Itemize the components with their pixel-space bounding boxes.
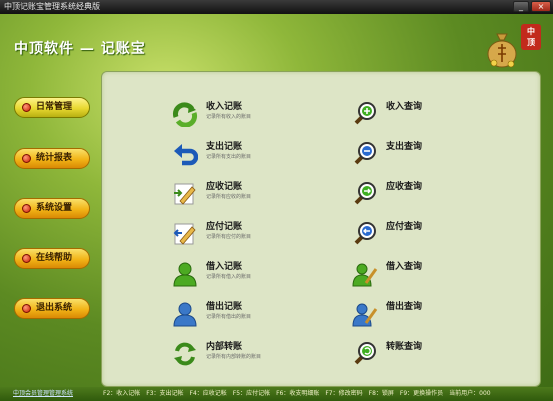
- nav-label: 统计报表: [36, 153, 73, 163]
- person-search-blue-icon: [352, 303, 378, 327]
- item-label: 应付记账: [206, 222, 243, 232]
- record-payable-button[interactable]: 应付记账 记录所有应付的账目: [172, 221, 251, 247]
- nav-daily-management[interactable]: 日常管理: [14, 97, 90, 118]
- app-title: 中顶软件 — 记账宝: [14, 41, 146, 57]
- bullet-icon: [22, 304, 31, 313]
- record-receivable-button[interactable]: 应收记账 记录所有应收的账目: [172, 181, 251, 207]
- person-search-green-icon: [352, 263, 378, 287]
- item-label: 应收记账: [206, 182, 243, 192]
- item-description: 记录所有应付的账目: [206, 234, 252, 240]
- main-panel: 收入记账 记录所有收入的账目 支出记账 记录所有支出的账目 应收记账 记录所有应…: [101, 71, 541, 387]
- person-blue-icon: [173, 302, 197, 327]
- nav-label: 在线帮助: [36, 253, 73, 263]
- query-borrow-in-button[interactable]: 借入查询: [352, 261, 422, 287]
- bullet-icon: [22, 204, 31, 213]
- record-internal-transfer-button[interactable]: 内部转账 记录所有内部转账的账目: [172, 341, 261, 367]
- item-label: 借入记账: [206, 262, 243, 272]
- minimize-button[interactable]: _: [513, 1, 529, 12]
- status-bar: 中顶会员管理管理系统 F2：收入记帐 F3：支出记帐 F4：应收记帐 F5：应付…: [0, 387, 553, 401]
- nav-label: 日常管理: [36, 102, 73, 112]
- hotkey-hints: F2：收入记帐 F3：支出记帐 F4：应收记帐 F5：应付记帐 F6：收支明细账…: [103, 390, 491, 397]
- member-system-link[interactable]: 中顶会员管理管理系统: [13, 387, 73, 401]
- window-titlebar: 中顶记账宝管理系统经典版 _ ×: [0, 0, 553, 14]
- query-transfer-button[interactable]: 转账查询: [352, 341, 422, 367]
- item-label: 内部转账: [206, 342, 243, 352]
- item-description: 记录所有支出的账目: [206, 154, 252, 160]
- record-lend-out-button[interactable]: 借出记账 记录所有借出的账目: [172, 301, 251, 327]
- nav-online-help[interactable]: 在线帮助: [14, 248, 90, 269]
- item-description: 记录所有收入的账目: [206, 114, 252, 120]
- refresh-arrow-icon: [172, 102, 198, 127]
- search-transfer-icon: [354, 342, 376, 365]
- nav-statistics-report[interactable]: 统计报表: [14, 148, 90, 169]
- item-label: 应付查询: [386, 222, 423, 232]
- item-label: 借出查询: [386, 302, 423, 312]
- record-income-button[interactable]: 收入记账 记录所有收入的账目: [172, 101, 251, 127]
- nav-label: 系统设置: [36, 203, 73, 213]
- query-payable-button[interactable]: 应付查询: [352, 221, 422, 247]
- query-lend-out-button[interactable]: 借出查询: [352, 301, 422, 327]
- item-label: 收入记账: [206, 102, 243, 112]
- query-expense-button[interactable]: 支出查询: [352, 141, 422, 167]
- bullet-icon: [22, 254, 31, 263]
- item-description: 记录所有应收的账目: [206, 194, 252, 200]
- nav-exit-system[interactable]: 退出系统: [14, 298, 90, 319]
- query-income-button[interactable]: 收入查询: [352, 101, 422, 127]
- nav-system-settings[interactable]: 系统设置: [14, 198, 90, 219]
- item-label: 借入查询: [386, 262, 423, 272]
- bullet-icon: [22, 103, 31, 112]
- item-label: 应收查询: [386, 182, 423, 192]
- close-button[interactable]: ×: [531, 1, 551, 12]
- transfer-icon: [174, 342, 196, 366]
- nav-label: 退出系统: [36, 303, 73, 313]
- window-title: 中顶记账宝管理系统经典版: [4, 2, 100, 11]
- window-controls: _ ×: [513, 1, 551, 12]
- item-label: 收入查询: [386, 102, 423, 112]
- item-label: 支出查询: [386, 142, 423, 152]
- item-label: 借出记账: [206, 302, 243, 312]
- item-description: 记录所有内部转账的账目: [206, 354, 262, 360]
- item-description: 记录所有借出的账目: [206, 314, 252, 320]
- app-body: 中顶软件 — 记账宝 中 顶 日常管理 统计报表 系统设置 在线帮助 退出系统: [0, 14, 553, 401]
- item-label: 支出记账: [206, 142, 243, 152]
- query-receivable-button[interactable]: 应收查询: [352, 181, 422, 207]
- record-borrow-in-button[interactable]: 借入记账 记录所有借入的账目: [172, 261, 251, 287]
- record-expense-button[interactable]: 支出记账 记录所有支出的账目: [172, 141, 251, 167]
- edit-out-icon: [173, 223, 196, 245]
- undo-arrow-icon: [174, 144, 198, 166]
- zoom-out-icon: [354, 142, 376, 165]
- edit-in-icon: [174, 183, 196, 205]
- search-next-icon: [354, 182, 376, 205]
- item-label: 转账查询: [386, 342, 423, 352]
- money-bag-icon: [487, 33, 517, 68]
- person-green-icon: [173, 262, 197, 287]
- bullet-icon: [22, 154, 31, 163]
- logo: 中 顶: [477, 16, 549, 76]
- item-description: 记录所有借入的账目: [206, 274, 252, 280]
- brand-seal: 中 顶: [521, 24, 541, 50]
- zoom-in-icon: [354, 102, 376, 125]
- search-prev-icon: [354, 222, 376, 245]
